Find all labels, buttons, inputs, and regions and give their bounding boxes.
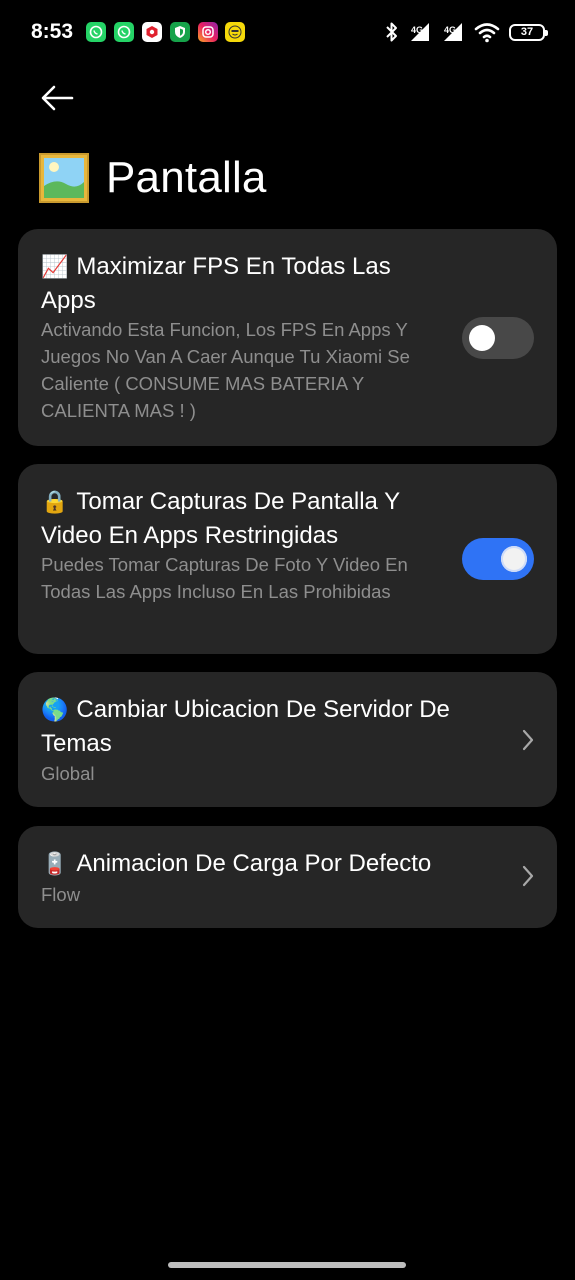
lock-icon: 🔒: [41, 490, 69, 515]
app-red-icon: [142, 22, 162, 42]
chevron-right-icon: [522, 729, 534, 751]
chart-increasing-icon: 📈: [41, 255, 69, 280]
svg-text:4G: 4G: [411, 25, 423, 35]
setting-value: Flow: [41, 884, 81, 905]
framed-picture-icon: [39, 153, 89, 203]
toggle-knob: [501, 546, 527, 572]
signal-icon: 4G: [411, 23, 429, 41]
signal-icon: 4G: [444, 23, 462, 41]
bluetooth-icon: [386, 22, 397, 42]
setting-title: 📈 Maximizar FPS En Todas Las Apps: [41, 253, 391, 314]
whatsapp-icon: [114, 22, 134, 42]
setting-card-theme-server[interactable]: 🌎 Cambiar Ubicacion De Servidor De Temas …: [18, 672, 557, 807]
battery-icon: 37: [509, 23, 548, 41]
restricted-screenshots-toggle[interactable]: [462, 538, 534, 580]
low-battery-icon: 🪫: [41, 852, 69, 877]
wifi-icon: [474, 23, 500, 43]
setting-description: Activando Esta Funcion, Los FPS En Apps …: [41, 319, 410, 421]
svg-text:4G: 4G: [444, 25, 456, 35]
max-fps-toggle[interactable]: [462, 317, 534, 359]
whatsapp-icon: [86, 22, 106, 42]
back-arrow-icon: [41, 85, 74, 111]
shield-green-icon: [170, 22, 190, 42]
setting-title: 🔒 Tomar Capturas De Pantalla Y Video En A…: [41, 488, 400, 549]
setting-title: 🪫 Animacion De Carga Por Defecto: [41, 847, 511, 881]
instagram-icon: [198, 22, 218, 42]
chevron-right-icon: [522, 865, 534, 887]
home-indicator[interactable]: [168, 1262, 406, 1268]
page-header: Pantalla: [38, 150, 267, 206]
setting-card-max-fps: 📈 Maximizar FPS En Todas Las Apps Activan…: [18, 229, 557, 446]
status-bar: 8:53 4G 4G 37: [0, 0, 575, 66]
status-right-icons: 4G 4G 37: [385, 21, 548, 43]
battery-level: 37: [520, 26, 534, 38]
emoji-yellow-icon: [225, 22, 245, 42]
setting-card-restricted-screenshots: 🔒 Tomar Capturas De Pantalla Y Video En A…: [18, 464, 557, 654]
status-time: 8:53: [31, 20, 74, 43]
toggle-knob: [469, 325, 495, 351]
page-title: Pantalla: [106, 153, 267, 202]
back-button[interactable]: [38, 80, 78, 116]
globe-icon: 🌎: [41, 698, 69, 723]
setting-value: Global: [41, 763, 95, 784]
setting-card-charging-animation[interactable]: 🪫 Animacion De Carga Por Defecto Flow: [18, 826, 557, 928]
setting-title: 🌎 Cambiar Ubicacion De Servidor De Temas: [41, 696, 450, 757]
setting-description: Puedes Tomar Capturas De Foto Y Video En…: [41, 554, 408, 602]
